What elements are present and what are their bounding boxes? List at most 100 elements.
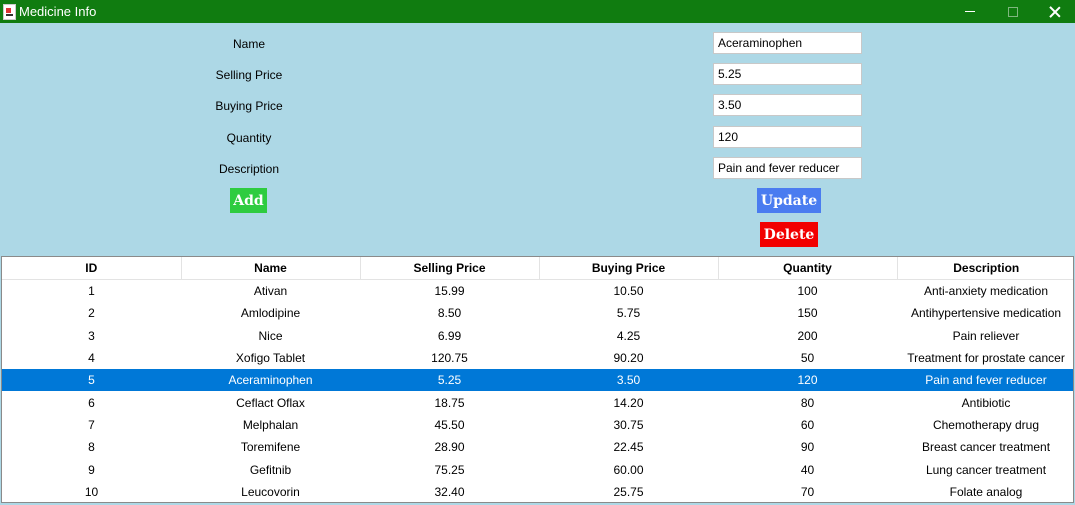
cell-buying-price: 90.20: [613, 351, 644, 366]
window-title: Medicine Info: [19, 4, 97, 19]
quantity-input[interactable]: [713, 126, 862, 148]
medicine-info-window: Medicine Info Name Selling Price Buying …: [0, 0, 1075, 505]
cell-description: Antibiotic: [961, 395, 1011, 410]
buying-price-label: Buying Price: [215, 99, 283, 113]
table-row[interactable]: 3 Nice 6.99 4.25 200 Pain reliever: [2, 325, 1073, 347]
cell-buying-price: 5.75: [616, 306, 641, 321]
app-icon: [3, 4, 16, 20]
cell-description: Treatment for prostate cancer: [907, 351, 1065, 366]
add-button[interactable]: Add: [230, 188, 267, 213]
cell-buying-price: 10.50: [613, 284, 644, 299]
update-button[interactable]: Update: [757, 188, 821, 213]
table-row[interactable]: 1 Ativan 15.99 10.50 100 Anti-anxiety me…: [2, 280, 1073, 303]
cell-name: Aceraminophen: [181, 369, 360, 392]
cell-selling-price: 120.75: [431, 351, 468, 366]
cell-selling-price: 5.25: [360, 369, 539, 392]
cell-name: Ativan: [253, 284, 288, 299]
table-header-row: ID Name Selling Price Buying Price Quant…: [2, 257, 1073, 280]
cell-id: 10: [84, 484, 99, 499]
column-header-name[interactable]: Name: [181, 257, 361, 280]
cell-quantity: 200: [797, 328, 818, 343]
cell-quantity: 60: [800, 417, 815, 432]
cell-selling-price: 28.90: [434, 440, 465, 455]
cell-buying-price: 30.75: [613, 417, 644, 432]
table-row[interactable]: 9 Gefitnib 75.25 60.00 40 Lung cancer tr…: [2, 458, 1073, 480]
column-header-description[interactable]: Description: [897, 257, 1073, 280]
name-label: Name: [232, 37, 265, 51]
cell-name: Melphalan: [242, 417, 299, 432]
cell-buying-price: 14.20: [613, 395, 644, 410]
name-input[interactable]: [713, 32, 862, 54]
cell-buying-price: 60.00: [613, 462, 644, 477]
maximize-icon: [1008, 6, 1018, 17]
table-row[interactable]: 4 Xofigo Tablet 120.75 90.20 50 Treatmen…: [2, 347, 1073, 369]
cell-description: Chemotherapy drug: [932, 417, 1040, 432]
cell-name: Leucovorin: [241, 484, 300, 499]
cell-id: 1: [88, 284, 95, 299]
column-header-quantity[interactable]: Quantity: [718, 257, 898, 280]
cell-buying-price: 4.25: [616, 328, 641, 343]
cell-buying-price: 3.50: [539, 369, 718, 392]
cell-quantity: 40: [800, 462, 815, 477]
cell-buying-price: 25.75: [613, 484, 644, 499]
cell-description: Pain reliever: [952, 328, 1020, 343]
table-row[interactable]: 8 Toremifene 28.90 22.45 90 Breast cance…: [2, 436, 1073, 458]
cell-selling-price: 75.25: [434, 462, 465, 477]
table-row[interactable]: 10 Leucovorin 32.40 25.75 70 Folate anal…: [2, 481, 1073, 502]
cell-name: Gefitnib: [249, 462, 292, 477]
title-bar: Medicine Info: [0, 0, 1075, 23]
cell-selling-price: 8.50: [437, 306, 462, 321]
cell-selling-price: 15.99: [434, 284, 465, 299]
table-row[interactable]: 2 Amlodipine 8.50 5.75 150 Antihypertens…: [2, 302, 1073, 324]
cell-id: 8: [88, 440, 95, 455]
cell-description: Anti-anxiety medication: [923, 284, 1049, 299]
close-button[interactable]: [1032, 0, 1075, 23]
cell-description: Antihypertensive medication: [910, 306, 1062, 321]
cell-selling-price: 32.40: [434, 484, 465, 499]
description-input[interactable]: [713, 157, 862, 179]
cell-id: 9: [88, 462, 95, 477]
column-header-selling-price[interactable]: Selling Price: [360, 257, 540, 280]
description-label: Description: [218, 162, 280, 176]
cell-id: 5: [2, 369, 181, 392]
minimize-icon: [965, 11, 975, 12]
buying-price-input[interactable]: [713, 94, 862, 116]
cell-id: 2: [88, 306, 95, 321]
cell-quantity: 150: [797, 306, 818, 321]
selling-price-label: Selling Price: [215, 68, 283, 82]
cell-id: 4: [88, 351, 95, 366]
cell-selling-price: 6.99: [437, 328, 462, 343]
close-icon: [1049, 6, 1061, 18]
selling-price-input[interactable]: [713, 63, 862, 85]
minimize-button[interactable]: [947, 0, 993, 23]
column-header-buying-price[interactable]: Buying Price: [539, 257, 719, 280]
table-row-selected[interactable]: 5 Aceraminophen 5.25 3.50 120 Pain and f…: [2, 369, 1073, 392]
cell-selling-price: 18.75: [434, 395, 465, 410]
cell-quantity: 90: [800, 440, 815, 455]
cell-name: Ceflact Oflax: [236, 395, 305, 410]
cell-name: Xofigo Tablet: [235, 351, 306, 366]
column-header-id[interactable]: ID: [2, 257, 182, 280]
cell-id: 6: [88, 395, 95, 410]
medicine-table[interactable]: ID Name Selling Price Buying Price Quant…: [1, 256, 1074, 503]
cell-name: Toremifene: [240, 440, 301, 455]
cell-selling-price: 45.50: [434, 417, 465, 432]
cell-quantity: 100: [797, 284, 818, 299]
cell-name: Nice: [258, 328, 283, 343]
delete-button[interactable]: Delete: [760, 222, 818, 247]
cell-name: Amlodipine: [240, 306, 301, 321]
cell-quantity: 70: [800, 484, 815, 499]
quantity-label: Quantity: [226, 131, 272, 145]
cell-description: Breast cancer treatment: [921, 440, 1051, 455]
cell-quantity: 120: [718, 369, 897, 392]
cell-id: 7: [88, 417, 95, 432]
cell-quantity: 50: [800, 351, 815, 366]
maximize-button[interactable]: [990, 0, 1036, 23]
cell-id: 3: [88, 328, 95, 343]
table-row[interactable]: 7 Melphalan 45.50 30.75 60 Chemotherapy …: [2, 414, 1073, 436]
table-row[interactable]: 6 Ceflact Oflax 18.75 14.20 80 Antibioti…: [2, 391, 1073, 413]
cell-description: Folate analog: [949, 484, 1023, 499]
cell-description: Lung cancer treatment: [925, 462, 1047, 477]
cell-buying-price: 22.45: [613, 440, 644, 455]
cell-quantity: 80: [800, 395, 815, 410]
